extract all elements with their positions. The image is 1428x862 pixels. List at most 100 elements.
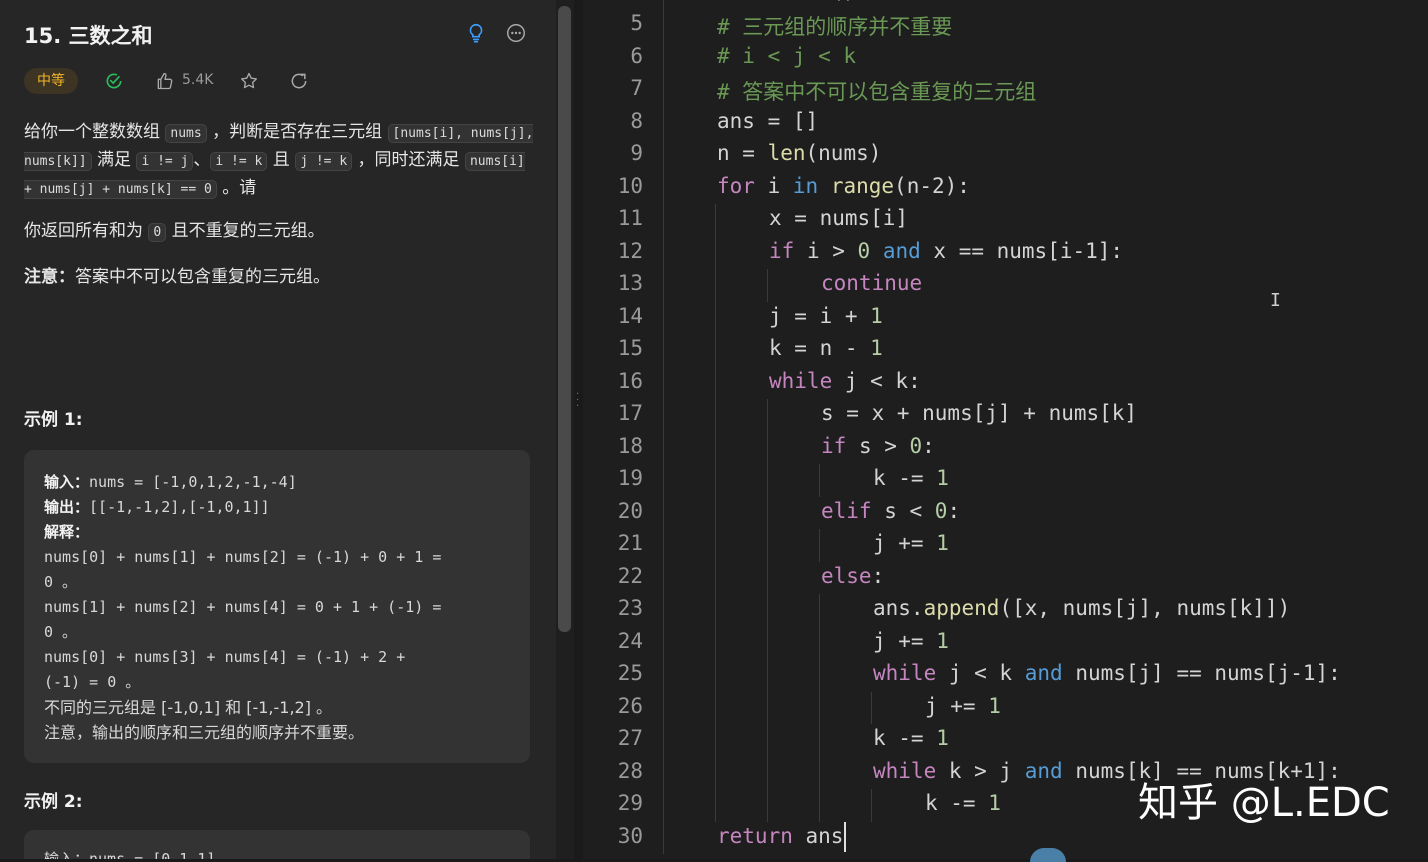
example1-line: nums[0] + nums[1] + nums[2] = (-1) + 0 +… — [44, 548, 442, 566]
text-caret — [844, 821, 846, 852]
code-line: s = x + nums[j] + nums[k] — [821, 401, 1138, 425]
thumbs-up-icon[interactable] — [155, 71, 175, 91]
line-number: 14 — [617, 303, 643, 328]
line-number: 23 — [617, 596, 643, 620]
code-line-partial: nums.sort() — [717, 0, 856, 3]
code-inline: i != k — [210, 152, 268, 171]
code-line: x = nums[i] — [769, 206, 909, 230]
line-number: 28 — [617, 758, 643, 783]
code-line: continue — [821, 271, 923, 295]
indent-guide — [663, 0, 664, 854]
line-number: 16 — [617, 368, 643, 393]
panel-divider[interactable] — [574, 0, 583, 859]
line-number: 6 — [630, 43, 643, 68]
code-line: k -= 1 — [873, 726, 949, 750]
line-number: 13 — [617, 271, 643, 295]
code-line: ans.append([x, nums[j], nums[k]]) — [873, 596, 1291, 620]
code-line: if s > 0: — [821, 433, 935, 458]
problem-note: 注意：答案中不可以包含重复的三元组。 — [24, 264, 536, 290]
example1-box: 输入：nums = [-1,0,1,2,-1,-4] 输出：[[-1,-1,2]… — [24, 450, 530, 763]
problem-description: 给你一个整数数组 nums ，判断是否存在三元组 [nums[i], nums[… — [24, 122, 534, 199]
watermark: 知乎 @L.EDC — [1138, 780, 1390, 826]
check-circle-icon — [106, 73, 122, 89]
example2-box: 输入：nums = [0,1,1] — [24, 830, 530, 859]
more-icon[interactable] — [505, 22, 527, 44]
panel-scrollbar-thumb[interactable] — [558, 6, 571, 632]
example2-heading: 示例 2: — [24, 792, 83, 812]
example1-line: 0 。 — [44, 573, 78, 591]
indent-guide — [767, 269, 768, 302]
line-number: 5 — [630, 11, 643, 35]
note-text: 答案中不可以包含重复的三元组。 — [75, 267, 330, 287]
code-line: while j < k and nums[j] == nums[j-1]: — [873, 661, 1341, 685]
bulb-icon[interactable] — [465, 22, 487, 44]
line-number: 19 — [617, 466, 643, 490]
code-line: j += 1 — [925, 693, 1001, 718]
code-line: k = n - 1 — [769, 336, 883, 360]
line-number: 22 — [617, 563, 643, 588]
line-number: 20 — [617, 498, 643, 523]
star-icon[interactable] — [239, 71, 259, 91]
difficulty-badge[interactable]: 中等 — [24, 68, 78, 94]
code-inline: i != j — [136, 152, 194, 171]
indent-guide — [819, 529, 820, 562]
line-number: 4 — [583, 0, 643, 3]
code-line: return ans — [717, 823, 844, 848]
code-line: n = len(nums) — [717, 141, 882, 165]
code-inline: 0 — [148, 223, 167, 242]
line-number: 29 — [617, 791, 643, 815]
example1-line: nums[0] + nums[3] + nums[4] = (-1) + 2 + — [44, 648, 406, 666]
indent-guide — [819, 594, 820, 822]
code-line: # 答案中不可以包含重复的三元组 — [717, 80, 1037, 104]
example1-explain-label: 解释： — [44, 523, 90, 541]
code-line: k -= 1 — [873, 466, 949, 490]
indent-guide — [871, 691, 872, 724]
line-number: 15 — [617, 336, 643, 360]
code-line: k -= 1 — [925, 791, 1001, 815]
line-number: 27 — [617, 726, 643, 750]
line-number: 18 — [617, 433, 643, 458]
line-number: 8 — [630, 108, 643, 133]
example1-distinct: 不同的三元组是 [-1,0,1] 和 [-1,-1,2] 。 — [44, 698, 333, 717]
example1-output: 输出：[[-1,-1,2],[-1,0,1]] — [44, 498, 270, 516]
example1-line: nums[1] + nums[2] + nums[4] = 0 + 1 + (-… — [44, 598, 442, 616]
line-number: 11 — [617, 206, 643, 230]
line-number: 21 — [617, 531, 643, 555]
code-line: # i < j < k — [717, 43, 857, 68]
share-icon[interactable] — [289, 71, 309, 91]
code-line: while j < k: — [769, 368, 921, 393]
line-number: 10 — [617, 173, 643, 198]
indent-guide — [871, 789, 872, 822]
problem-title: 15. 三数之和 — [24, 24, 153, 48]
drag-handle-icon[interactable]: · · · — [576, 390, 580, 412]
code-line: # 三元组的顺序并不重要 — [717, 15, 953, 39]
code-line: ans = [] — [717, 108, 819, 133]
code-line: if i > 0 and x == nums[i-1]: — [769, 238, 1124, 263]
example2-input: 输入：nums = [0,1,1] — [44, 850, 216, 859]
line-number: 26 — [617, 693, 643, 718]
indent-guide — [819, 464, 820, 497]
example1-input: 输入：nums = [-1,0,1,2,-1,-4] — [44, 473, 297, 491]
code-line: j += 1 — [873, 531, 949, 555]
problem-tags: 中等 5.4K — [24, 66, 544, 96]
code-line: for i in range(n-2): — [717, 173, 970, 198]
example1-order: 注意，输出的顺序和三元组的顺序并不重要。 — [44, 723, 365, 742]
like-count: 5.4K — [182, 72, 214, 88]
note-label: 注意： — [24, 267, 75, 287]
line-number: 25 — [617, 661, 643, 685]
example1-line: 0 。 — [44, 623, 78, 641]
line-number: 30 — [617, 823, 643, 848]
line-number: 7 — [630, 76, 643, 100]
indent-guide — [715, 204, 716, 822]
code-line: j = i + 1 — [769, 303, 883, 328]
code-line: else: — [821, 563, 885, 588]
text-cursor-icon: I — [1270, 290, 1281, 311]
code-inline: j != k — [295, 152, 353, 171]
line-number: 9 — [630, 141, 643, 165]
example1-line: (-1) = 0 。 — [44, 673, 141, 691]
line-number: 12 — [617, 238, 643, 263]
problem-description-2: 你返回所有和为 0 且不重复的三元组。 — [24, 221, 325, 242]
example1-heading: 示例 1: — [24, 410, 83, 430]
code-editor[interactable]: nums.sort() 4 5 # 三元组的顺序并不重要 6 # i < j < k 7 # … — [583, 0, 1428, 859]
problem-panel: 15. 三数之和 中等 5.4K 给你一个整数数组 nums ，判断是否存在三元… — [0, 0, 556, 859]
